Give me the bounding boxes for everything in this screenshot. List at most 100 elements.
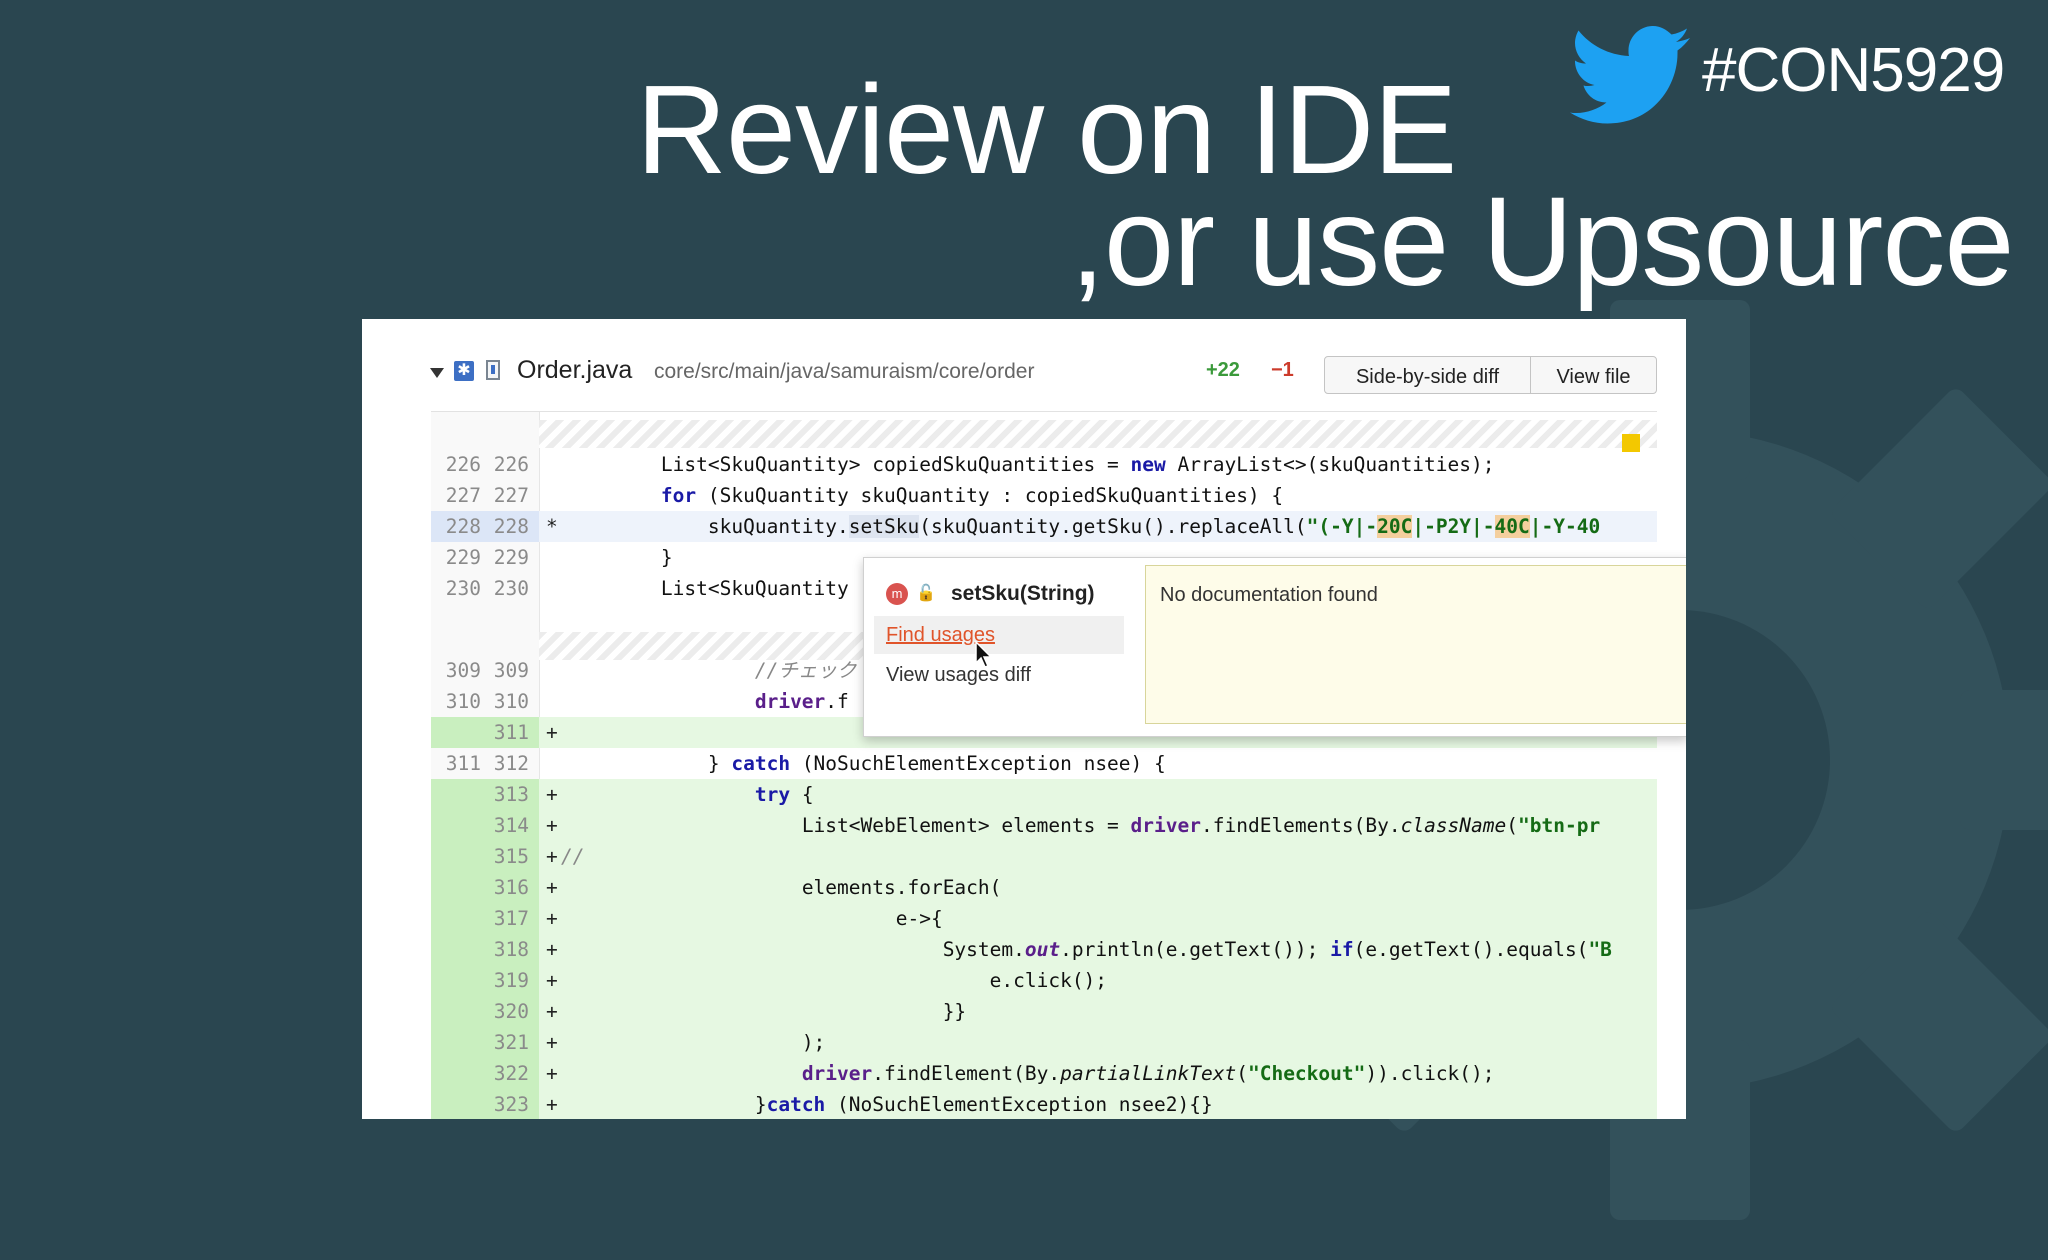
diff-line-added: 323 + }catch (NoSuchElementException nse…: [431, 1089, 1657, 1119]
code-string: "B: [1588, 938, 1612, 961]
code-line: elements.forEach(: [567, 872, 1002, 903]
view-usages-diff-item[interactable]: View usages diff: [886, 660, 1031, 690]
new-line-number: 313: [493, 783, 529, 806]
old-line-number: 230: [445, 577, 481, 600]
code-token: );: [801, 1031, 826, 1054]
old-line-number: 226: [445, 453, 481, 476]
file-name[interactable]: Order.java: [517, 355, 632, 385]
line-mark: +: [546, 814, 558, 837]
code-line: }: [567, 542, 673, 573]
diff-line-added: 313 + try {: [431, 779, 1657, 810]
public-access-icon: 🔓: [916, 585, 936, 602]
diff-line-added: 322 + driver.findElement(By.partialLinkT…: [431, 1058, 1657, 1089]
code-token: .f: [825, 690, 849, 713]
code-string: |-Y-40: [1529, 515, 1601, 538]
diff-line: 226 226 List<SkuQuantity> copiedSkuQuanti…: [431, 449, 1657, 480]
new-line-number: 319: [493, 969, 529, 992]
collapsed-region-top[interactable]: [539, 420, 1657, 448]
collapse-toggle-icon[interactable]: [430, 368, 444, 378]
code-static-method: className: [1400, 814, 1507, 837]
line-mark: +: [546, 969, 558, 992]
diff-line-added: 315 + //: [431, 841, 1657, 872]
code-line: driver.findElement(By.partialLinkText("C…: [567, 1058, 1495, 1089]
code-static-method: partialLinkText: [1060, 1062, 1237, 1085]
view-file-button[interactable]: View file: [1530, 356, 1657, 394]
old-line-number: 309: [445, 659, 481, 682]
code-token: (skuQuantity.getSku().replaceAll(: [919, 515, 1307, 538]
code-field: driver: [801, 1062, 873, 1085]
new-line-number: 228: [493, 515, 529, 538]
line-mark: +: [546, 1031, 558, 1054]
code-line: List<WebElement> elements = driver.findE…: [567, 810, 1600, 841]
new-line-number: 321: [493, 1031, 529, 1054]
code-token: ArrayList<>(skuQuantities);: [1165, 453, 1495, 476]
code-keyword: try: [754, 783, 791, 806]
code-token: }: [754, 1093, 767, 1116]
code-token: }}: [942, 1000, 967, 1023]
new-line-number: 230: [493, 577, 529, 600]
new-line-number: 320: [493, 1000, 529, 1023]
documentation-panel: No documentation found: [1145, 565, 1686, 724]
code-field: out: [1024, 938, 1061, 961]
code-token: .findElement(By.: [872, 1062, 1061, 1085]
line-mark: +: [546, 845, 558, 868]
line-mark: +: [546, 907, 558, 930]
diff-line-added: 314 + List<WebElement> elements = driver…: [431, 810, 1657, 841]
method-icon: m: [886, 583, 908, 605]
line-mark: +: [546, 876, 558, 899]
code-token: (NoSuchElementException nsee2){}: [825, 1093, 1213, 1116]
documentation-text: No documentation found: [1160, 584, 1378, 606]
code-line: );: [567, 1027, 825, 1058]
code-token: List<SkuQuantity> copiedSkuQuantities =: [660, 453, 1131, 476]
slide-title-line2: ,or use Upsource: [1070, 171, 2014, 312]
code-comment: //: [561, 845, 585, 868]
code-comment: //チェック: [754, 659, 857, 682]
line-mark: +: [546, 783, 558, 806]
twitter-bird-icon: [1570, 26, 1690, 124]
line-mark: +: [546, 1062, 558, 1085]
code-string: "(-Y|-: [1306, 515, 1378, 538]
code-line: e.click();: [567, 965, 1107, 996]
old-line-number: 229: [445, 546, 481, 569]
code-token: e.click();: [989, 969, 1108, 992]
code-token: skuQuantity.: [707, 515, 849, 538]
new-line-number: 317: [493, 907, 529, 930]
code-token: }: [660, 546, 673, 569]
new-line-number: 309: [493, 659, 529, 682]
find-usages-item[interactable]: Find usages: [874, 616, 1124, 654]
new-line-number: 315: [493, 845, 529, 868]
mouse-pointer-icon: [975, 641, 993, 668]
diff-line-added: 316 + elements.forEach(: [431, 872, 1657, 903]
code-string-changed: 40C: [1494, 515, 1530, 538]
code-token: (e.getText().equals(: [1353, 938, 1589, 961]
added-count: +22: [1206, 359, 1240, 381]
code-keyword: for: [660, 484, 697, 507]
code-token: .println(e.getText());: [1060, 938, 1331, 961]
code-token: (NoSuchElementException nsee) {: [790, 752, 1166, 775]
old-line-number: 310: [445, 690, 481, 713]
code-line: skuQuantity.setSku(skuQuantity.getSku().…: [567, 511, 1600, 542]
diff-line-added: 318 + System.out.println(e.getText()); i…: [431, 934, 1657, 965]
diff-line-added: 321 + );: [431, 1027, 1657, 1058]
new-line-number: 312: [493, 752, 529, 775]
code-line: List<SkuQuantity> copiedSkuQuantities = …: [567, 449, 1495, 480]
line-mark: +: [546, 1000, 558, 1023]
code-line: e->{: [567, 903, 943, 934]
line-mark: +: [546, 721, 558, 744]
method-signature: setSku(String): [951, 582, 1095, 605]
new-line-number: 323: [493, 1093, 529, 1116]
code-token: (: [1506, 814, 1519, 837]
new-line-number: 318: [493, 938, 529, 961]
new-line-number: 316: [493, 876, 529, 899]
code-symbol-setsku[interactable]: setSku: [848, 515, 920, 538]
code-line: //チェック: [567, 655, 856, 686]
code-line: }catch (NoSuchElementException nsee2){}: [567, 1089, 1213, 1119]
code-line: for (SkuQuantity skuQuantity : copiedSku…: [567, 480, 1283, 511]
code-line: System.out.println(e.getText()); if(e.ge…: [567, 934, 1612, 965]
upsource-screenshot: ✱ Order.java core/src/main/java/samurais…: [362, 319, 1686, 1119]
line-mark: +: [546, 1093, 558, 1116]
modified-file-icon: ✱: [454, 361, 474, 381]
side-by-side-diff-button[interactable]: Side-by-side diff: [1324, 356, 1531, 394]
file-header: ✱ Order.java core/src/main/java/samurais…: [362, 319, 1686, 409]
code-token: .findElements(By.: [1201, 814, 1401, 837]
